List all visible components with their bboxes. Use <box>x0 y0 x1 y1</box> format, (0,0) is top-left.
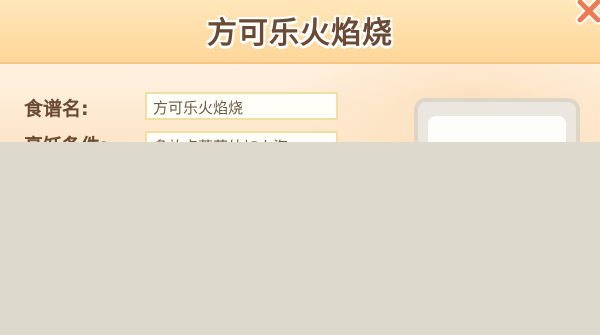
recipe-name-field[interactable]: 方可乐火焰烧 <box>145 92 338 120</box>
cooking-condition-label: 烹饪条件: <box>24 131 108 142</box>
close-button[interactable] <box>572 0 600 30</box>
recipe-image-area <box>428 116 566 142</box>
cooking-condition-field[interactable]: 多放点蘑菇外加火海 <box>145 131 338 142</box>
recipe-screen: 方可乐火焰烧 食谱名: 方可乐火焰烧 烹饪条件: 多放点蘑菇外加火海 <box>0 0 600 335</box>
dialog-title: 方可乐火焰烧 <box>207 16 393 51</box>
dialog-title-bar: 方可乐火焰烧 <box>0 0 600 64</box>
obscured-area <box>0 142 600 335</box>
recipe-image-frame <box>414 98 580 142</box>
recipe-dialog: 方可乐火焰烧 食谱名: 方可乐火焰烧 烹饪条件: 多放点蘑菇外加火海 <box>0 0 600 142</box>
recipe-name-label: 食谱名: <box>24 98 89 120</box>
close-x-icon <box>575 0 600 25</box>
